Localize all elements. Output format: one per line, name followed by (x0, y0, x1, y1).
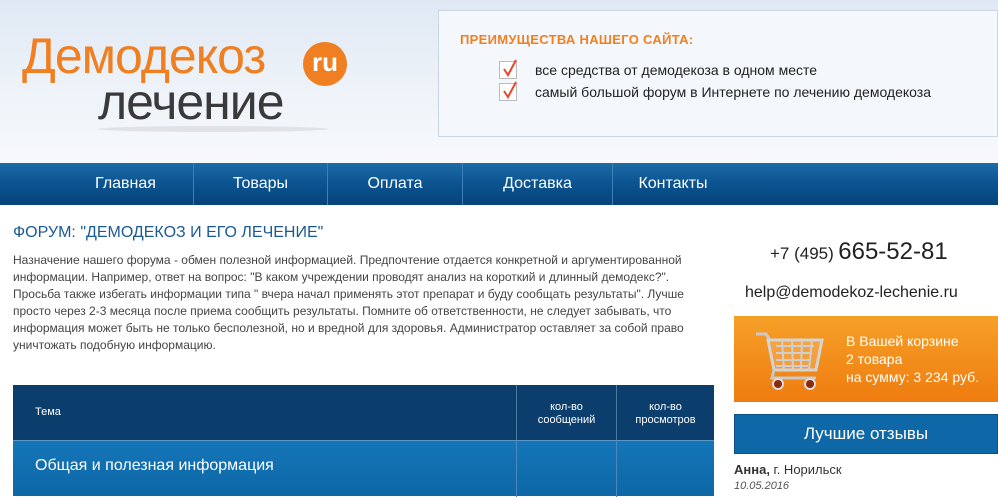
column-header-line: кол-во (550, 401, 583, 413)
cart-summary: В Вашей корзине 2 товара на сумму: 3 234… (846, 332, 979, 386)
forum-table: Тема кол-во сообщений кол-во просмотров … (13, 385, 714, 497)
logo-word-bottom: лечение (98, 74, 285, 130)
nav-item-delivery[interactable]: Доставка (463, 163, 613, 205)
column-header-line: сообщений (537, 414, 596, 426)
review-date: 10.05.2016 (734, 480, 790, 492)
site-header: Демодекоз ru лечение ПРЕИМУЩЕСТВА НАШЕГО… (0, 0, 998, 163)
logo-ru-badge: ru (303, 42, 347, 86)
advantage-item: самый большой форум в Интернете по лечен… (499, 81, 931, 103)
page-title: ФОРУМ: "ДЕМОДЕКОЗ И ЕГО ЛЕЧЕНИЕ" (13, 224, 324, 241)
nav-item-payment[interactable]: Оплата (328, 163, 463, 205)
review-author: Анна, г. Норильск (734, 462, 842, 477)
advantage-text: самый большой форум в Интернете по лечен… (535, 84, 931, 100)
table-row[interactable]: Общая и полезная информация (13, 440, 714, 497)
advantages-title: ПРЕИМУЩЕСТВА НАШЕГО САЙТА: (460, 32, 694, 47)
advantage-text: все средства от демодекоза в одном месте (535, 62, 818, 78)
logo-shadow (98, 126, 328, 132)
phone-number: +7 (495) 665-52-81 (770, 238, 960, 266)
checkmark-icon (499, 59, 517, 79)
cart-widget[interactable]: В Вашей корзине 2 товара на сумму: 3 234… (734, 316, 998, 402)
table-header: Тема кол-во сообщений кол-во просмотров (13, 385, 714, 440)
column-header-messages: кол-во сообщений (516, 385, 616, 440)
advantage-item: все средства от демодекоза в одном месте (499, 59, 817, 81)
cart-items-count: 2 товара (846, 351, 903, 367)
review-author-city: г. Норильск (769, 462, 842, 477)
nav-item-home[interactable]: Главная (58, 163, 194, 205)
column-header-line: кол-во (649, 401, 682, 413)
nav-item-contacts[interactable]: Контакты (613, 163, 733, 205)
view-count-cell (616, 441, 714, 497)
column-header-line: просмотров (635, 414, 696, 426)
column-header-topic: Тема (35, 406, 61, 418)
cart-line: В Вашей корзине (846, 333, 959, 349)
nav-item-products[interactable]: Товары (194, 163, 328, 205)
forum-description: Назначение нашего форума - обмен полезно… (13, 253, 684, 352)
column-header-views: кол-во просмотров (616, 385, 714, 440)
advantages-panel: ПРЕИМУЩЕСТВА НАШЕГО САЙТА: все средства … (438, 10, 998, 137)
topic-link[interactable]: Общая и полезная информация (35, 457, 274, 475)
site-logo[interactable]: Демодекоз ru лечение (20, 28, 350, 132)
best-reviews-button[interactable]: Лучшие отзывы (734, 414, 998, 454)
cart-total: на сумму: 3 234 руб. (846, 369, 980, 385)
review-author-name: Анна, (734, 462, 770, 477)
phone-code: +7 (495) (770, 244, 834, 263)
email-link[interactable]: help@demodekoz-lechenie.ru (745, 284, 958, 302)
phone-main: 665-52-81 (838, 238, 948, 265)
main-nav: Главная Товары Оплата Доставка Контакты (0, 163, 998, 205)
message-count-cell (516, 441, 616, 497)
checkmark-icon (499, 81, 517, 101)
shopping-cart-icon (754, 326, 826, 399)
